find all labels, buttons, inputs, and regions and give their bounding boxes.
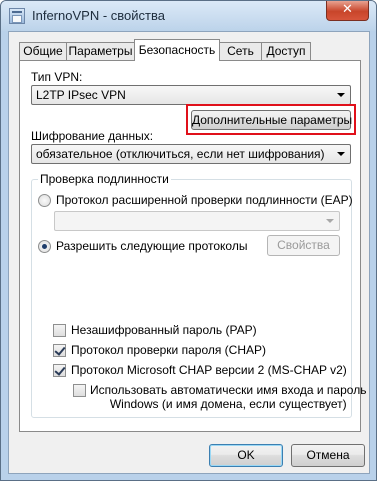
chevron-down-icon bbox=[337, 152, 345, 156]
cancel-button[interactable]: Отмена bbox=[291, 444, 365, 467]
pap-label[interactable]: Незашифрованный пароль (PAP) bbox=[71, 323, 257, 337]
chap-checkbox[interactable] bbox=[53, 344, 66, 357]
tab-parameters[interactable]: Параметры bbox=[66, 42, 135, 60]
encryption-value: обязательное (отключиться, если нет шифр… bbox=[36, 147, 325, 161]
properties-button[interactable]: Свойства bbox=[267, 235, 340, 256]
close-button[interactable]: ✕ bbox=[326, 1, 369, 21]
vpn-type-select[interactable]: L2TP IPsec VPN bbox=[31, 85, 351, 105]
network-connection-icon bbox=[9, 8, 25, 24]
window-title: InfernoVPN - свойства bbox=[32, 8, 165, 23]
vpn-type-label: Тип VPN: bbox=[31, 70, 83, 84]
chap-label[interactable]: Протокол проверки пароля (CHAP) bbox=[71, 343, 266, 357]
authentication-group-title: Проверка подлинности bbox=[38, 172, 171, 186]
tab-security[interactable]: Безопасность bbox=[134, 39, 220, 61]
mschapv2-label[interactable]: Протокол Microsoft CHAP версии 2 (MS-CHA… bbox=[71, 363, 347, 377]
auto-logon-label[interactable]: Использовать автоматически имя входа и п… bbox=[90, 383, 366, 411]
properties-dialog: InfernoVPN - свойства ✕ Общие Параметры … bbox=[0, 0, 377, 481]
eap-method-select[interactable] bbox=[54, 211, 340, 231]
ok-button[interactable]: OK bbox=[209, 444, 283, 467]
encryption-select[interactable]: обязательное (отключиться, если нет шифр… bbox=[31, 144, 351, 164]
chevron-down-icon bbox=[326, 219, 334, 223]
eap-option-label[interactable]: Протокол расширенной проверки подлинност… bbox=[56, 193, 353, 207]
tab-general[interactable]: Общие bbox=[19, 42, 67, 60]
chevron-down-icon bbox=[337, 93, 345, 97]
auto-logon-checkbox[interactable] bbox=[73, 384, 86, 397]
advanced-settings-button[interactable]: Дополнительные параметры bbox=[191, 110, 352, 130]
vpn-type-value: L2TP IPsec VPN bbox=[36, 88, 126, 102]
tab-network[interactable]: Сеть bbox=[219, 42, 262, 60]
security-tab-panel: Тип VPN: L2TP IPsec VPN Дополнительные п… bbox=[19, 60, 366, 432]
dialog-client-area: Общие Параметры Безопасность Сеть Доступ… bbox=[8, 31, 370, 474]
allow-protocols-label[interactable]: Разрешить следующие протоколы bbox=[56, 239, 247, 253]
auto-logon-label-line1: Использовать автоматически имя входа и п… bbox=[90, 383, 367, 397]
pap-checkbox[interactable] bbox=[53, 324, 66, 337]
tab-sharing[interactable]: Доступ bbox=[261, 42, 311, 60]
encryption-label: Шифрование данных: bbox=[31, 129, 154, 143]
eap-radio[interactable] bbox=[38, 194, 51, 207]
mschapv2-checkbox[interactable] bbox=[53, 364, 66, 377]
auto-logon-label-line2: Windows (и имя домена, если существует) bbox=[109, 397, 347, 411]
allow-protocols-radio[interactable] bbox=[38, 240, 51, 253]
title-bar[interactable]: InfernoVPN - свойства ✕ bbox=[1, 1, 376, 31]
